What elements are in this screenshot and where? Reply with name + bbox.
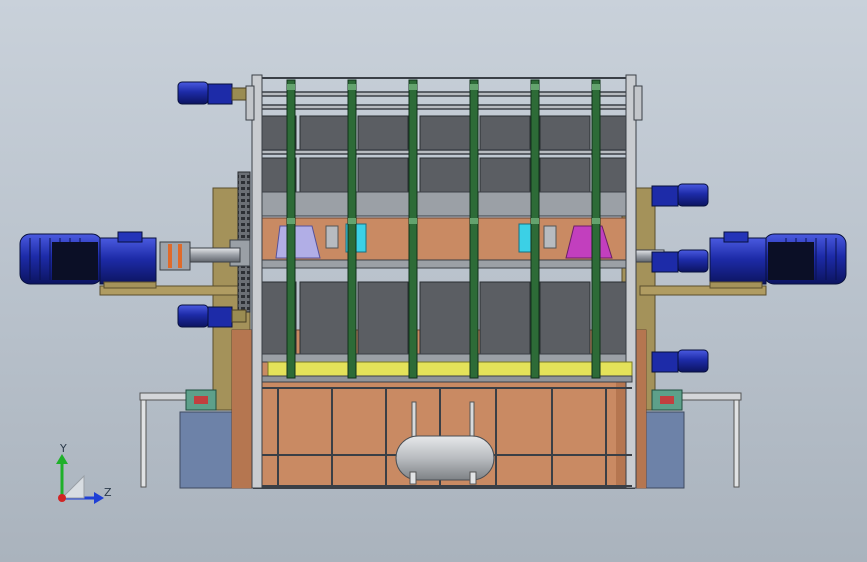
left-bearing-block bbox=[185, 389, 217, 411]
axis-y-label: Y bbox=[60, 442, 67, 455]
left-drive-shaft bbox=[185, 247, 241, 263]
small-motor-top-left bbox=[177, 81, 247, 105]
right-bearing-block bbox=[651, 389, 683, 411]
small-motor-mid-right bbox=[651, 249, 709, 273]
small-motor-lower-right bbox=[651, 349, 709, 373]
machine-assembly-drawing[interactable] bbox=[0, 0, 867, 562]
coordinate-triad bbox=[56, 454, 104, 504]
left-olive-housing bbox=[99, 187, 251, 411]
yellow-conveyor-strip bbox=[267, 361, 633, 377]
lower-cross-beam bbox=[261, 375, 633, 383]
small-motor-upper-right bbox=[651, 183, 709, 207]
cad-viewport[interactable]: Y Z bbox=[0, 0, 867, 562]
axis-z-label: Z bbox=[104, 486, 112, 499]
left-main-motor bbox=[19, 231, 157, 289]
right-main-motor bbox=[709, 231, 847, 289]
left-coupling bbox=[159, 241, 191, 271]
